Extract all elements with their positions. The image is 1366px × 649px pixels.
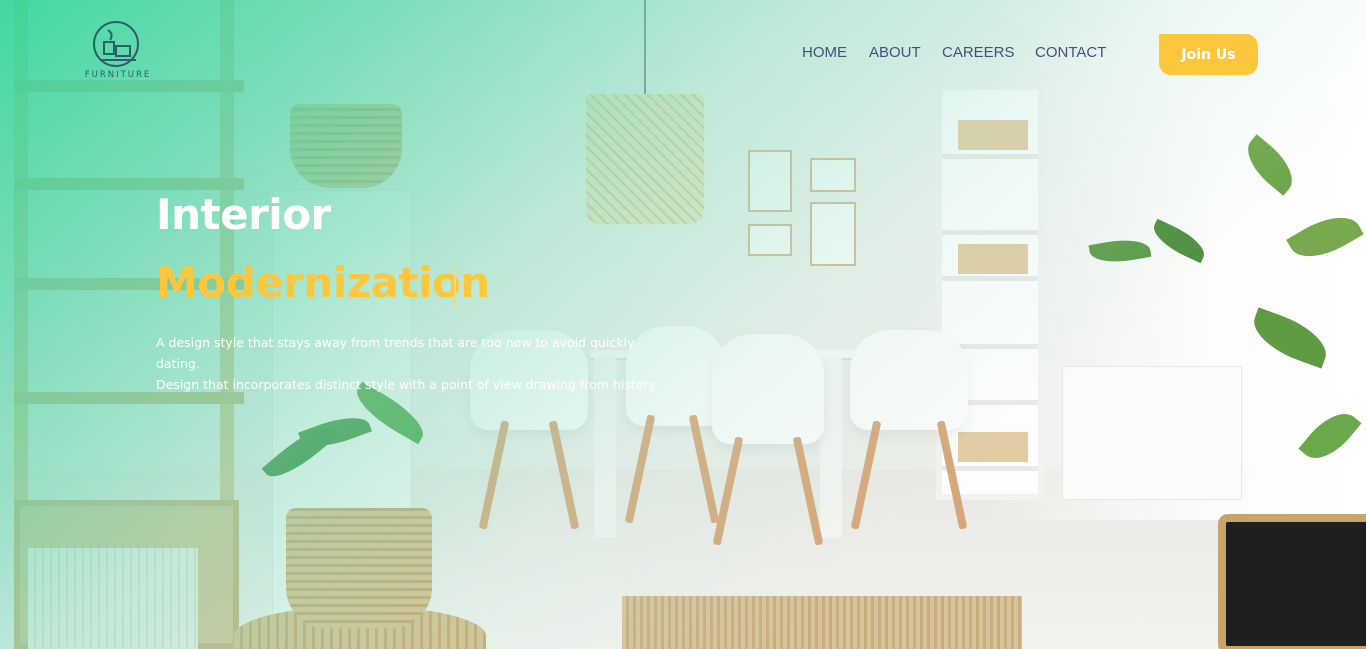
hero-background-image: [0, 0, 1366, 649]
wall-frame: [810, 202, 856, 266]
nav-careers[interactable]: CAREERS: [942, 44, 1015, 61]
wall-frame: [810, 158, 856, 192]
hero-description: A design style that stays away from tren…: [156, 332, 676, 395]
chair: [850, 330, 968, 430]
hero-title-line-1: Interior: [156, 190, 331, 239]
join-us-button[interactable]: Join Us: [1159, 34, 1258, 75]
plant-basket: [286, 508, 432, 628]
bookcase: [936, 84, 1044, 500]
ladder-shelf: [14, 0, 244, 649]
plant-pot: [1218, 514, 1366, 649]
furniture-logo-icon: [93, 21, 139, 67]
nav-contact[interactable]: CONTACT: [1035, 44, 1106, 61]
sideboard: [1062, 366, 1242, 500]
hero-description-line-2: Design that incorporates distinct style …: [156, 377, 659, 392]
nav-home[interactable]: HOME: [802, 44, 847, 61]
pendant-cord: [644, 0, 646, 96]
hanging-basket: [290, 104, 402, 188]
nav-about[interactable]: ABOUT: [869, 44, 921, 61]
chair: [712, 334, 824, 444]
pendant-lamp: [586, 94, 704, 224]
jute-rug: [622, 596, 1022, 649]
hero-description-line-1: A design style that stays away from tren…: [156, 335, 635, 371]
brand-logo[interactable]: FURNITURE: [78, 20, 158, 84]
brand-name: FURNITURE: [84, 70, 152, 80]
typing-caret: [454, 268, 456, 308]
wall-frame: [748, 224, 792, 256]
hero-title-line-2: Modernization: [156, 258, 490, 307]
wall-frame: [748, 150, 792, 212]
